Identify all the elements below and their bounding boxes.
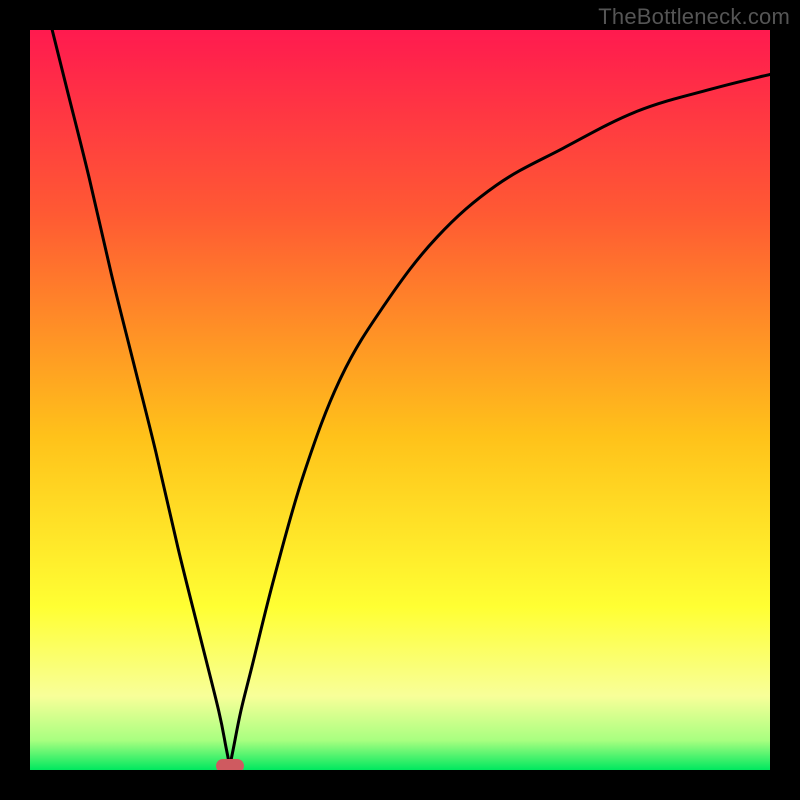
chart-frame: TheBottleneck.com bbox=[0, 0, 800, 800]
plot-area bbox=[30, 30, 770, 770]
gradient-background bbox=[30, 30, 770, 770]
watermark-text: TheBottleneck.com bbox=[598, 4, 790, 30]
vertex-marker bbox=[216, 759, 244, 770]
chart-svg bbox=[30, 30, 770, 770]
